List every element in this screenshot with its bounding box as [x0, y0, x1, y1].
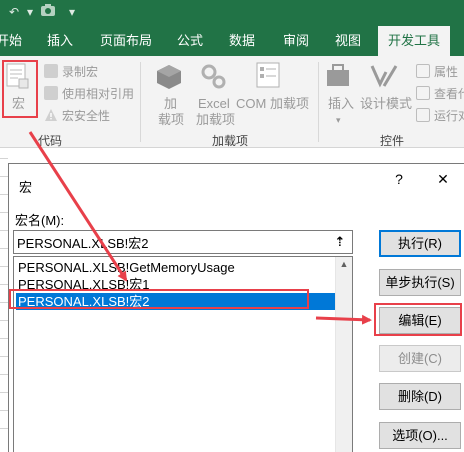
row-gridline — [0, 302, 8, 303]
list-scrollbar[interactable]: ▲ — [335, 257, 352, 452]
tab-insert[interactable]: 插入 — [40, 26, 80, 56]
up-arrow-icon[interactable]: ⇡ — [329, 232, 351, 252]
excel-addins-icon[interactable] — [200, 62, 226, 93]
row-gridline — [0, 176, 8, 177]
run-dialog-icon — [416, 108, 430, 122]
macro-list[interactable]: PERSONAL.XLSB!GetMemoryUsage PERSONAL.XL… — [13, 256, 353, 452]
group-label-code: 代码 — [37, 134, 62, 148]
macro-security-button[interactable]: 宏安全性 — [62, 108, 110, 124]
create-button: 创建(C) — [379, 345, 461, 372]
tab-developer[interactable]: 开发工具 — [378, 26, 450, 56]
record-macro-icon — [44, 64, 58, 78]
row-gridline — [0, 356, 8, 357]
scroll-up-arrow-icon[interactable]: ▲ — [336, 259, 352, 269]
addins-button-line1: 加 — [164, 96, 178, 111]
insert-control-label[interactable]: 插入 — [328, 96, 354, 112]
row-gridline — [0, 338, 8, 339]
ribbon-tab-bar: 开始 插入 页面布局 公式 数据 审阅 视图 开发工具 — [0, 26, 464, 56]
row-gridline — [0, 248, 8, 249]
delete-button[interactable]: 删除(D) — [379, 383, 461, 410]
highlight-selected-macro — [9, 289, 309, 309]
tab-page-layout[interactable]: 页面布局 — [96, 26, 156, 56]
highlight-macros-button — [2, 60, 38, 118]
group-label-addins: 加载项 — [211, 134, 248, 148]
title-bar: ↶ ▾ ▾ — [0, 0, 464, 26]
row-gridline — [0, 230, 8, 231]
ribbon-separator — [318, 62, 319, 142]
row-gridline — [0, 320, 8, 321]
design-mode-label[interactable]: 设计模式 — [360, 96, 412, 112]
ribbon-developer: 宏 录制宏 使用相对引用 宏安全性 代码 加 载项 Excel 加载项 COM … — [0, 56, 464, 148]
customize-qat-icon[interactable]: ▾ — [64, 4, 80, 20]
tab-view[interactable]: 视图 — [328, 26, 368, 56]
tab-data[interactable]: 数据 — [222, 26, 262, 56]
highlight-edit-button — [374, 303, 462, 336]
row-gridline — [0, 374, 8, 375]
view-code-button[interactable]: 查看代 — [434, 86, 464, 102]
insert-control-icon[interactable] — [326, 64, 352, 93]
run-dialog-button[interactable]: 运行对 — [434, 108, 464, 124]
row-gridline — [0, 428, 8, 429]
com-addins-label: COM 加载项 — [236, 96, 309, 111]
row-gridline — [0, 194, 8, 195]
excel-addins-line1: Excel — [198, 96, 230, 111]
group-label-controls: 控件 — [379, 134, 404, 148]
view-code-icon — [416, 86, 430, 100]
insert-dropdown-icon: ▾ — [336, 115, 341, 125]
excel-addins-line2: 加载项 — [196, 112, 236, 127]
tab-formulas[interactable]: 公式 — [170, 26, 210, 56]
tab-review[interactable]: 审阅 — [276, 26, 316, 56]
help-button[interactable]: ? — [389, 171, 409, 187]
row-gridline — [0, 284, 8, 285]
step-into-button[interactable]: 单步执行(S) — [379, 269, 461, 296]
macro-name-input[interactable] — [13, 230, 353, 254]
use-relative-references-button[interactable]: 使用相对引用 — [62, 86, 134, 102]
row-gridline — [0, 212, 8, 213]
close-button[interactable]: ✕ — [433, 171, 453, 188]
redo-icon[interactable]: ▾ — [22, 4, 38, 20]
ribbon-separator — [140, 62, 141, 142]
run-button[interactable]: 执行(R) — [379, 230, 461, 257]
row-gridline — [0, 266, 8, 267]
addins-button-line2: 载项 — [158, 112, 185, 127]
addins-icon[interactable] — [156, 64, 182, 93]
relative-reference-icon — [44, 86, 58, 100]
undo-icon[interactable]: ↶ — [6, 4, 22, 20]
camera-icon[interactable] — [40, 4, 56, 20]
warning-icon — [44, 108, 58, 122]
row-gridline — [0, 392, 8, 393]
properties-icon — [416, 64, 430, 78]
options-button[interactable]: 选项(O)... — [379, 422, 461, 449]
properties-button[interactable]: 属性 — [434, 64, 458, 80]
row-gridline — [0, 410, 8, 411]
dialog-title: 宏 — [19, 180, 33, 195]
record-macro-button[interactable]: 录制宏 — [62, 64, 98, 80]
macro-name-label: 宏名(M): — [15, 213, 65, 228]
row-gridline — [0, 158, 8, 159]
list-item[interactable]: PERSONAL.XLSB!GetMemoryUsage — [16, 259, 336, 276]
tab-home[interactable]: 开始 — [0, 26, 24, 56]
com-addins-icon[interactable] — [256, 62, 282, 93]
design-mode-icon[interactable] — [370, 62, 398, 93]
